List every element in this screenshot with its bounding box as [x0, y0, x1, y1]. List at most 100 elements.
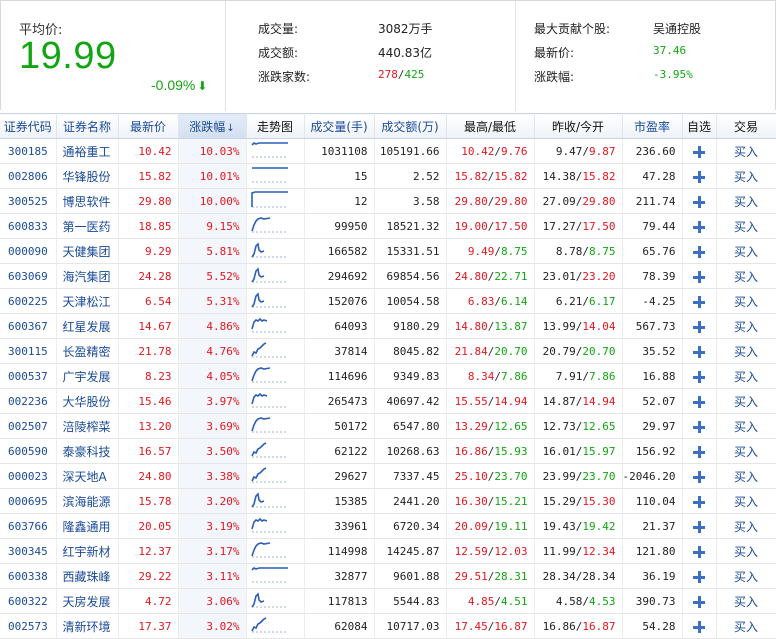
trend-sparkline[interactable]: [246, 413, 305, 439]
stock-name[interactable]: 红星发展: [56, 313, 119, 339]
trend-sparkline[interactable]: [246, 388, 305, 414]
plus-icon[interactable]: [693, 520, 705, 533]
trend-sparkline[interactable]: [246, 213, 305, 239]
plus-icon[interactable]: [693, 620, 705, 633]
stock-code[interactable]: 300345: [0, 538, 57, 564]
stock-code[interactable]: 600833: [0, 213, 57, 239]
stock-name[interactable]: 深天地A: [56, 463, 119, 489]
trend-sparkline[interactable]: [246, 513, 305, 539]
buy-link[interactable]: 买入: [734, 370, 758, 384]
trend-sparkline[interactable]: [246, 188, 305, 214]
stock-code[interactable]: 600322: [0, 588, 57, 614]
trend-sparkline[interactable]: [246, 563, 305, 589]
add-favorite-button[interactable]: [682, 338, 717, 364]
buy-link[interactable]: 买入: [734, 320, 758, 334]
buy-link[interactable]: 买入: [734, 195, 758, 209]
stock-code[interactable]: 002236: [0, 388, 57, 414]
plus-icon[interactable]: [693, 345, 705, 358]
trend-sparkline[interactable]: [246, 363, 305, 389]
stock-name[interactable]: 涪陵榨菜: [56, 413, 119, 439]
buy-link[interactable]: 买入: [734, 495, 758, 509]
stock-name[interactable]: 清新环境: [56, 613, 119, 639]
stock-name[interactable]: 海汽集团: [56, 263, 119, 289]
plus-icon[interactable]: [693, 570, 705, 583]
add-favorite-button[interactable]: [682, 438, 717, 464]
trend-sparkline[interactable]: [246, 313, 305, 339]
stock-name[interactable]: 西藏珠峰: [56, 563, 119, 589]
stock-code[interactable]: 000090: [0, 238, 57, 264]
stock-name[interactable]: 通裕重工: [56, 138, 119, 164]
buy-link[interactable]: 买入: [734, 420, 758, 434]
plus-icon[interactable]: [693, 420, 705, 433]
stock-code[interactable]: 603069: [0, 263, 57, 289]
stock-name[interactable]: 第一医药: [56, 213, 119, 239]
buy-link[interactable]: 买入: [734, 245, 758, 259]
stock-name[interactable]: 博思软件: [56, 188, 119, 214]
add-favorite-button[interactable]: [682, 213, 717, 239]
buy-link[interactable]: 买入: [734, 470, 758, 484]
plus-icon[interactable]: [693, 395, 705, 408]
buy-link[interactable]: 买入: [734, 570, 758, 584]
add-favorite-button[interactable]: [682, 463, 717, 489]
stock-code[interactable]: 600367: [0, 313, 57, 339]
table-row[interactable]: 600590 泰豪科技 16.57 3.50% 62122 10268.63 16.86/1…: [0, 438, 776, 464]
stock-name[interactable]: 天房发展: [56, 588, 119, 614]
add-favorite-button[interactable]: [682, 363, 717, 389]
table-row[interactable]: 000023 深天地A 24.80 3.38% 29627 7337.45 25.10/23…: [0, 463, 776, 489]
trend-sparkline[interactable]: [246, 613, 305, 639]
stock-name[interactable]: 广宇发展: [56, 363, 119, 389]
table-row[interactable]: 000695 滨海能源 15.78 3.20% 15385 2441.20 16.30/15…: [0, 488, 776, 514]
stock-name[interactable]: 华锋股份: [56, 163, 119, 189]
table-row[interactable]: 300115 长盈精密 21.78 4.76% 37814 8045.82 21.84/20…: [0, 338, 776, 364]
stock-name[interactable]: 大华股份: [56, 388, 119, 414]
trend-sparkline[interactable]: [246, 438, 305, 464]
table-row[interactable]: 603069 海汽集团 24.28 5.52% 294692 69854.56 24.80/…: [0, 263, 776, 289]
add-favorite-button[interactable]: [682, 613, 717, 639]
stock-name[interactable]: 隆鑫通用: [56, 513, 119, 539]
table-row[interactable]: 300525 博思软件 29.80 10.00% 12 3.58 29.80/29.80 27…: [0, 188, 776, 214]
buy-link[interactable]: 买入: [734, 545, 758, 559]
stock-code[interactable]: 002806: [0, 163, 57, 189]
col-header-amount[interactable]: 成交额(万): [374, 113, 447, 139]
table-row[interactable]: 300345 红宇新材 12.37 3.17% 114998 14245.87 12.59/…: [0, 538, 776, 564]
stock-name[interactable]: 滨海能源: [56, 488, 119, 514]
buy-link[interactable]: 买入: [734, 295, 758, 309]
stock-code[interactable]: 600590: [0, 438, 57, 464]
stock-code[interactable]: 000537: [0, 363, 57, 389]
table-row[interactable]: 002507 涪陵榨菜 13.20 3.69% 50172 6547.80 13.29/12…: [0, 413, 776, 439]
table-row[interactable]: 603766 隆鑫通用 20.05 3.19% 33961 6720.34 20.09/19…: [0, 513, 776, 539]
stock-code[interactable]: 300185: [0, 138, 57, 164]
table-row[interactable]: 000537 广宇发展 8.23 4.05% 114696 9349.83 8.34/7.8…: [0, 363, 776, 389]
add-favorite-button[interactable]: [682, 263, 717, 289]
table-row[interactable]: 002236 大华股份 15.46 3.97% 265473 40697.42 15.55/…: [0, 388, 776, 414]
add-favorite-button[interactable]: [682, 188, 717, 214]
add-favorite-button[interactable]: [682, 538, 717, 564]
plus-icon[interactable]: [693, 245, 705, 258]
plus-icon[interactable]: [693, 220, 705, 233]
stock-name[interactable]: 红宇新材: [56, 538, 119, 564]
trend-sparkline[interactable]: [246, 588, 305, 614]
add-favorite-button[interactable]: [682, 388, 717, 414]
trend-sparkline[interactable]: [246, 338, 305, 364]
stock-code[interactable]: 600225: [0, 288, 57, 314]
trend-sparkline[interactable]: [246, 538, 305, 564]
add-favorite-button[interactable]: [682, 563, 717, 589]
table-row[interactable]: 002806 华锋股份 15.82 10.01% 15 2.52 15.82/15.82 14…: [0, 163, 776, 189]
plus-icon[interactable]: [693, 445, 705, 458]
add-favorite-button[interactable]: [682, 163, 717, 189]
plus-icon[interactable]: [693, 320, 705, 333]
buy-link[interactable]: 买入: [734, 520, 758, 534]
stock-code[interactable]: 603766: [0, 513, 57, 539]
plus-icon[interactable]: [693, 270, 705, 283]
stock-code[interactable]: 300525: [0, 188, 57, 214]
table-row[interactable]: 600833 第一医药 18.85 9.15% 99950 18521.32 19.00/1…: [0, 213, 776, 239]
plus-icon[interactable]: [693, 295, 705, 308]
buy-link[interactable]: 买入: [734, 595, 758, 609]
table-row[interactable]: 002573 清新环境 17.37 3.02% 62084 10717.03 17.45/1…: [0, 613, 776, 639]
stock-name[interactable]: 泰豪科技: [56, 438, 119, 464]
stock-code[interactable]: 000695: [0, 488, 57, 514]
col-header-name[interactable]: 证券名称: [56, 113, 119, 139]
plus-icon[interactable]: [693, 595, 705, 608]
buy-link[interactable]: 买入: [734, 270, 758, 284]
buy-link[interactable]: 买入: [734, 220, 758, 234]
